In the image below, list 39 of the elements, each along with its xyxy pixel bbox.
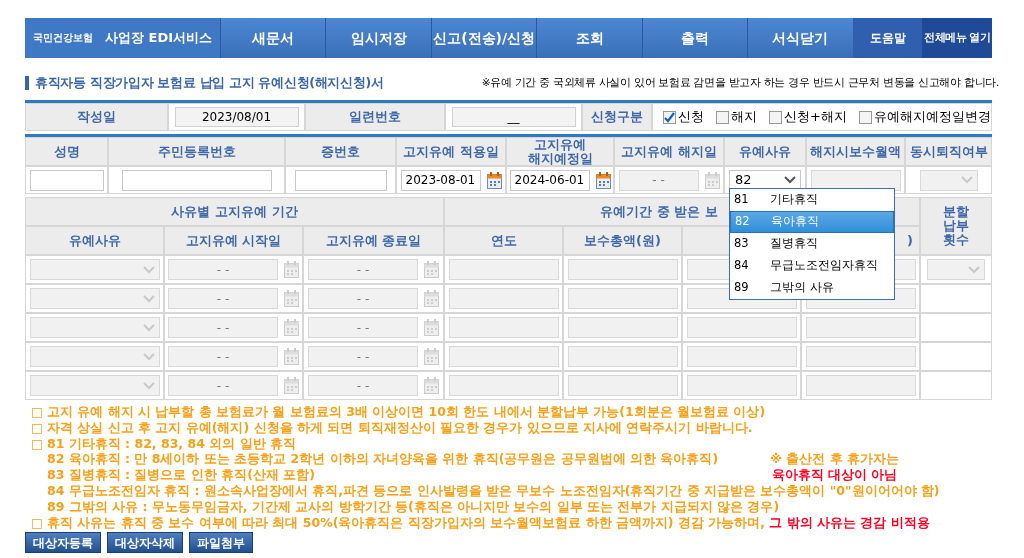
bullet-mark: □ (31, 435, 44, 452)
bullet-mark: □ (31, 514, 44, 531)
note-text: 82 육아휴직 : 만 8세이하 또는 초등학교 2학년 이하의 자녀양육을 위한 휴직(공무원은 공무원법에 의한 육아휴직) (47, 451, 719, 468)
column-header: 고지유예 해지예정일 (506, 137, 614, 166)
column-header: 해지시보수월액 (806, 137, 905, 166)
column-header: 유예사유 (25, 226, 164, 255)
note-text: 그 밖의 사유는 경감 비적용 (769, 514, 930, 531)
bullet-mark: □ (31, 404, 44, 420)
note-text: 84 무급노조전임자 휴직 : 원소속사업장에서 휴직,파견 등으로 인사발령을 받은 무보수 노조전임자(휴직기간 중 지급받은 보수총액이 "0"원이어어야 함) (47, 483, 940, 499)
column-header: 고지유예 종료일 (303, 226, 444, 255)
column-header: 동시퇴직여부 (905, 137, 992, 166)
column-header: 연도 (444, 226, 563, 255)
note-text: 고지 유예 해지 시 납부할 총 보험료가 월 보험료의 3배 이상이면 10회 한도 내에서 분할납부 가능(1회분은 월보험료 이상) (47, 404, 766, 420)
note-text: ※ 출산전 후 휴가자는 (768, 451, 901, 468)
bullet-mark: □ (31, 419, 44, 436)
note-text: 육아휴직 대상이 아님 (770, 467, 899, 483)
page-title: 휴직자등 직장가입자 보험료 납입 고지 유예신청(해지신청)서 (35, 73, 384, 92)
note-text: 휴직 사유는 휴직 중 보수 여부에 따라 최대 50%(육아휴직은 직장가입자의 보수월액보험료 하한 금액까지) 경감 가능하며, (47, 514, 767, 531)
column-header: 주민등록번호 (108, 137, 285, 166)
readonly-field: 2023/08/01 (174, 107, 299, 127)
note-text: 83 질병휴직 : 질병으로 인한 휴직(산재 포함) (47, 467, 315, 483)
note-text: 자격 상실 신고 후 고지 유예(해지) 신청을 하게 되면 퇴직재정산이 필요한 경우가 있으므로 지사에 연락주시기 바랍니다. (47, 419, 753, 436)
group-header: 분할 납부 횟수 (920, 197, 992, 255)
field-label: 작성일 (25, 103, 168, 131)
note-text: 89 그밖의 사유 : 무노동무임금자, 기간제 교사의 방학기간 등(휴직은 아니지만 보수의 일부 또는 전부가 지급되지 않은 경우) (47, 498, 780, 515)
column-header: 증번호 (285, 137, 396, 166)
group-header: 사유별 고지유예 기간 (25, 197, 444, 226)
column-header: 고지유예 해지일 (614, 137, 724, 166)
column-header: 고지유예 적용일 (396, 137, 506, 166)
column-header: 유예사유 (724, 137, 806, 166)
brand-subtitle: 국민건강보험 (33, 33, 93, 43)
field-label: 일련번호 (305, 103, 445, 131)
field-label: 신청구분 (582, 103, 652, 131)
column-header: 성명 (25, 137, 108, 166)
column-header: 보수총액(원) (563, 226, 682, 255)
notice-text: ※유예 기간 중 국외체류 사실이 있어 보험료 감면을 받고자 하는 경우 반드시 근무처 변동을 신고해야 합니다. (481, 75, 999, 91)
note-text: 81 기타휴직 : 82, 83, 84 외의 일반 휴직 (47, 435, 296, 452)
readonly-field: __ (451, 107, 576, 127)
column-header: 고지유예 시작일 (164, 226, 303, 255)
